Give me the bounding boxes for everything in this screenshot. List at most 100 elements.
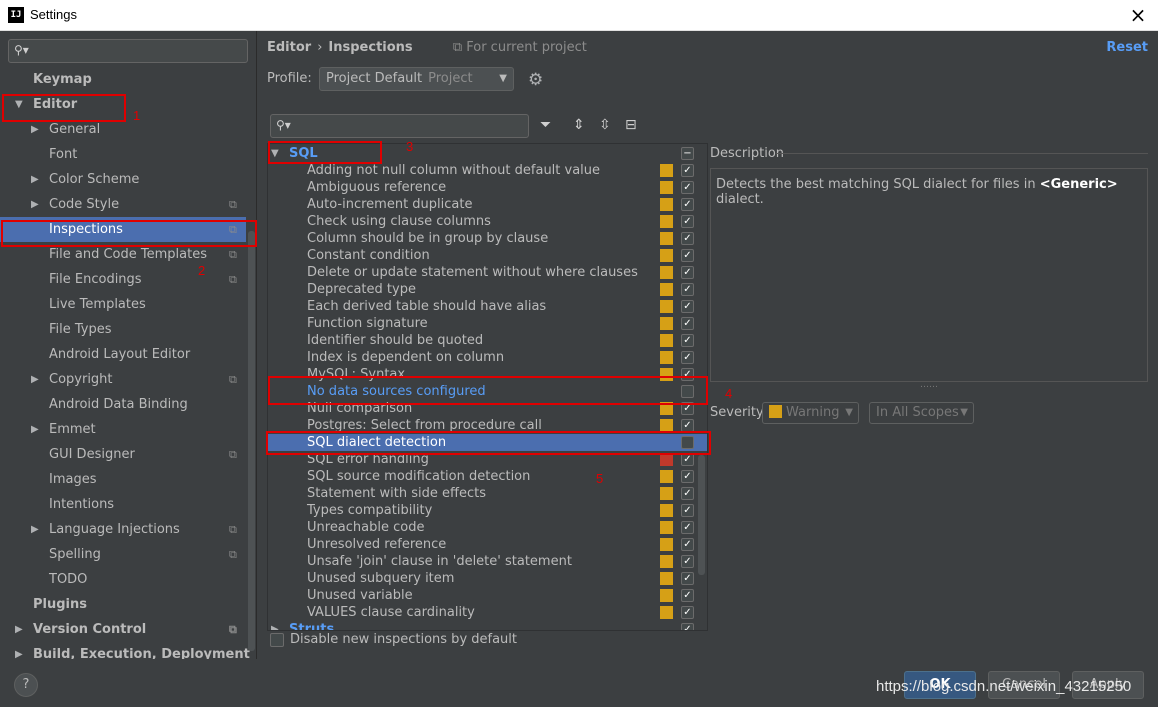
profile-sub: Project [428,71,473,86]
sidebar-item-intentions[interactable]: Intentions [0,492,246,517]
splitter-handle[interactable]: ‥‥‥ [920,380,938,390]
sidebar-item-android-layout-editor[interactable]: Android Layout Editor [0,342,246,367]
inspection-checkbox[interactable]: ✓ [681,232,694,245]
inspection-checkbox[interactable]: ✓ [681,249,694,262]
collapse-all-icon[interactable]: ⇳ [599,117,611,133]
reset-to-empty-icon[interactable]: ⊟ [625,117,637,133]
inspection-checkbox[interactable]: ✓ [681,504,694,517]
inspection-checkbox[interactable]: ✓ [681,334,694,347]
project-scope-icon: ⧉ [452,40,467,55]
inspection-checkbox[interactable]: ✓ [681,317,694,330]
inspection-row[interactable]: Unsafe 'join' clause in 'delete' stateme… [268,553,707,570]
inspection-checkbox[interactable]: ✓ [681,351,694,364]
inspection-group[interactable]: ▶ Struts ✓ [268,621,707,630]
inspection-label: Identifier should be quoted [307,333,484,348]
profile-select[interactable]: Project Default Project ▼ [319,67,514,91]
sidebar-item-language-injections[interactable]: ▶ Language Injections ⧉ [0,517,246,542]
inspection-row[interactable]: Function signature ✓ [268,315,707,332]
inspection-row[interactable]: Index is dependent on column ✓ [268,349,707,366]
sidebar-item-live-templates[interactable]: Live Templates [0,292,246,317]
inspection-label: Unreachable code [307,520,425,535]
sidebar-item-file-encodings[interactable]: File Encodings ⧉ [0,267,246,292]
disable-new-inspections-label[interactable]: Disable new inspections by default [290,632,517,647]
scope-select[interactable]: In All Scopes ▼ [869,402,974,424]
collapse-arrow-icon[interactable]: ▶ [31,167,39,192]
inspection-row[interactable]: Unused subquery item ✓ [268,570,707,587]
inspection-row[interactable]: Check using clause columns ✓ [268,213,707,230]
sidebar-item-build-execution-deployment[interactable]: ▶ Build, Execution, Deployment [0,642,250,659]
inspection-row[interactable]: Unreachable code ✓ [268,519,707,536]
sidebar-item-images[interactable]: Images [0,467,246,492]
inspection-checkbox[interactable]: − [681,147,694,160]
inspection-checkbox[interactable]: ✓ [681,521,694,534]
inspection-checkbox[interactable]: ✓ [681,300,694,313]
inspection-checkbox[interactable]: ✓ [681,538,694,551]
inspection-row[interactable]: Auto-increment duplicate ✓ [268,196,707,213]
inspection-row[interactable]: Column should be in group by clause ✓ [268,230,707,247]
collapse-arrow-icon[interactable]: ▶ [31,517,39,542]
sidebar-item-code-style[interactable]: ▶ Code Style ⧉ [0,192,246,217]
inspection-checkbox[interactable]: ✓ [681,215,694,228]
sidebar-item-file-types[interactable]: File Types [0,317,246,342]
severity-select[interactable]: Warning ▼ [762,402,859,424]
collapse-arrow-icon[interactable]: ▶ [15,617,23,642]
sidebar-scrollbar[interactable] [248,231,255,651]
inspection-checkbox[interactable]: ✓ [681,589,694,602]
expand-all-icon[interactable]: ⇕ [573,117,585,133]
inspection-row[interactable]: VALUES clause cardinality ✓ [268,604,707,621]
collapse-arrow-icon[interactable]: ▶ [31,417,39,442]
sidebar-item-copyright[interactable]: ▶ Copyright ⧉ [0,367,246,392]
collapse-arrow-icon[interactable]: ▶ [271,621,279,630]
inspection-row[interactable]: Each derived table should have alias ✓ [268,298,707,315]
inspection-checkbox[interactable]: ✓ [681,606,694,619]
sidebar-item-android-data-binding[interactable]: Android Data Binding [0,392,246,417]
inspection-checkbox[interactable]: ✓ [681,572,694,585]
sidebar-item-spelling[interactable]: Spelling ⧉ [0,542,246,567]
inspection-row[interactable]: SQL source modification detection ✓ [268,468,707,485]
collapse-arrow-icon[interactable]: ▶ [31,367,39,392]
inspection-row[interactable]: Delete or update statement without where… [268,264,707,281]
inspection-row[interactable]: Adding not null column without default v… [268,162,707,179]
inspection-checkbox[interactable]: ✓ [681,164,694,177]
breadcrumb-editor[interactable]: Editor [267,40,311,55]
inspection-row[interactable]: Ambiguous reference ✓ [268,179,707,196]
inspection-row[interactable]: Types compatibility ✓ [268,502,707,519]
inspection-checkbox[interactable]: ✓ [681,266,694,279]
gear-icon[interactable]: ⚙ [528,70,543,90]
inspection-row[interactable]: Unresolved reference ✓ [268,536,707,553]
inspection-checkbox[interactable]: ✓ [681,283,694,296]
filter-icon[interactable]: ⏷ [540,117,551,133]
inspections-search-input[interactable]: ⚲▾ [270,114,529,138]
description-text-end: dialect. [716,192,764,207]
inspection-row[interactable]: Deprecated type ✓ [268,281,707,298]
sidebar-item-version-control[interactable]: ▶ Version Control ⧉ [0,617,246,642]
inspection-checkbox[interactable]: ✓ [681,623,694,630]
sidebar-item-font[interactable]: Font [0,142,246,167]
inspection-checkbox[interactable]: ✓ [681,487,694,500]
inspection-checkbox[interactable]: ✓ [681,555,694,568]
inspection-checkbox[interactable]: ✓ [681,470,694,483]
disable-new-inspections-checkbox[interactable] [270,633,284,647]
severity-swatch-icon [660,300,673,313]
inspection-checkbox[interactable]: ✓ [681,198,694,211]
help-button[interactable]: ? [14,673,38,697]
severity-swatch-icon [660,572,673,585]
inspection-row[interactable]: Statement with side effects ✓ [268,485,707,502]
inspection-checkbox[interactable]: ✓ [681,181,694,194]
collapse-arrow-icon[interactable]: ▶ [15,642,23,659]
inspection-label: SQL source modification detection [307,469,531,484]
sidebar-item-color-scheme[interactable]: ▶ Color Scheme [0,167,246,192]
sidebar-item-label: Live Templates [49,297,146,312]
inspection-row[interactable]: Unused variable ✓ [268,587,707,604]
sidebar-item-gui-designer[interactable]: GUI Designer ⧉ [0,442,246,467]
collapse-arrow-icon[interactable]: ▶ [31,192,39,217]
sidebar-item-emmet[interactable]: ▶ Emmet [0,417,246,442]
inspection-row[interactable]: Constant condition ✓ [268,247,707,264]
sidebar-item-todo[interactable]: TODO [0,567,246,592]
sidebar-item-plugins[interactable]: Plugins [0,592,246,617]
close-icon[interactable]: × [1126,3,1150,27]
inspection-row[interactable]: Identifier should be quoted ✓ [268,332,707,349]
reset-link[interactable]: Reset [1106,40,1148,55]
sidebar-item-keymap[interactable]: Keymap [0,67,246,92]
sidebar-search-input[interactable]: ⚲▾ [8,39,248,63]
